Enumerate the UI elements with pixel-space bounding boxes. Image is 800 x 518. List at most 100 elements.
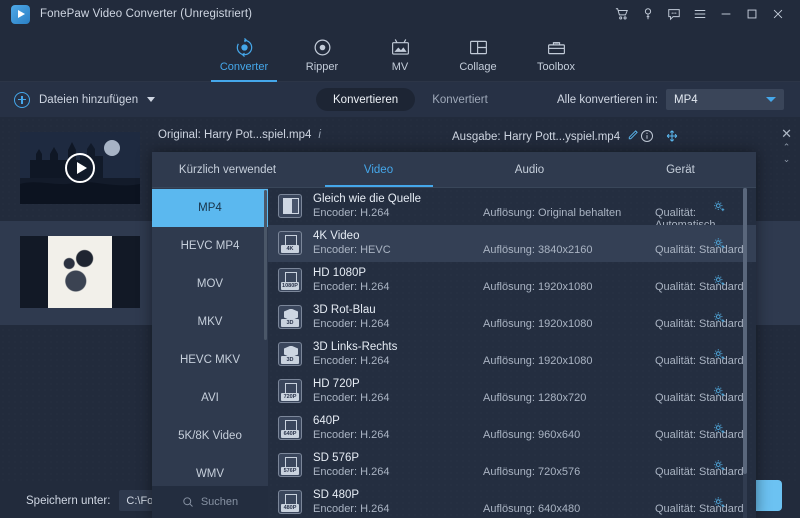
film-480p-icon: 480P [278, 490, 302, 514]
collage-icon [468, 36, 489, 58]
format-row[interactable]: 4K 4K Video Encoder: HEVC Auflösung: 3840x2… [268, 225, 756, 262]
sidebar-scrollbar[interactable] [264, 190, 267, 340]
format-sidebar: MP4 HEVC MP4 MOV MKV HEVC MKV AVI 5K/8K … [152, 188, 268, 518]
mv-icon [390, 36, 411, 58]
film-576p-icon: 576P [278, 453, 302, 477]
film-1080p-icon: 1080P [278, 268, 302, 292]
cube-3d-icon: 3D [278, 342, 302, 366]
chevron-up-icon[interactable]: ⌃ [783, 143, 791, 152]
film-4k-icon: 4K [278, 231, 302, 255]
pencil-icon[interactable] [627, 129, 639, 144]
gear-plus-icon[interactable] [712, 421, 726, 440]
nav-tab-collage[interactable]: Collage [439, 28, 517, 81]
sidebar-item-avi[interactable]: AVI [152, 379, 268, 417]
format-quality: Qualität: Standard [655, 244, 744, 256]
nav-label: Collage [459, 61, 497, 73]
gear-plus-icon[interactable] [712, 384, 726, 403]
format-row[interactable]: 480P SD 480P Encoder: H.264 Auflösung: 640x… [268, 484, 756, 518]
gear-plus-icon[interactable] [712, 347, 726, 366]
key-icon[interactable] [635, 1, 661, 27]
format-list-scrollbar-thumb[interactable] [743, 188, 747, 474]
gear-plus-icon[interactable] [712, 310, 726, 329]
search-icon [183, 497, 193, 507]
row-action-icons [640, 129, 679, 148]
convert-all-select[interactable]: MP4 [666, 89, 784, 110]
close-icon[interactable]: ✕ [781, 127, 792, 140]
format-quality: Qualität: Standard [655, 392, 744, 404]
convert-all-value: MP4 [674, 93, 698, 106]
format-row[interactable]: Gleich wie die Quelle Encoder: H.264 Auflö… [268, 188, 756, 231]
feedback-icon[interactable] [661, 1, 687, 27]
sidebar-item-5k-8k-video[interactable]: 5K/8K Video [152, 417, 268, 455]
format-name: 4K Video [313, 230, 360, 242]
format-name: 3D Rot-Blau [313, 304, 376, 316]
format-encoder: Encoder: H.264 [313, 207, 390, 219]
move-icon[interactable] [665, 129, 679, 148]
tab-audio[interactable]: Audio [454, 152, 605, 187]
film-720p-icon: 720P [278, 379, 302, 403]
nav-tab-ripper[interactable]: Ripper [283, 28, 361, 81]
minimize-icon[interactable] [713, 1, 739, 27]
cube-3d-icon: 3D [278, 305, 302, 329]
plus-circle-icon [14, 91, 30, 108]
film-640p-icon: 640P [278, 416, 302, 440]
nav-tab-converter[interactable]: Converter [205, 28, 283, 82]
format-encoder: Encoder: H.264 [313, 392, 390, 404]
tab-geraet[interactable]: Gerät [605, 152, 756, 187]
format-row[interactable]: 640P 640P Encoder: H.264 Auflösung: 960x640… [268, 410, 756, 447]
sidebar-item-mov[interactable]: MOV [152, 265, 268, 303]
format-encoder: Encoder: H.264 [313, 429, 390, 441]
format-category-tabs: Kürzlich verwendet Video Audio Gerät [152, 152, 756, 188]
nav-tab-mv[interactable]: MV [361, 28, 439, 81]
maximize-icon[interactable] [739, 1, 765, 27]
gear-plus-icon[interactable] [712, 273, 726, 292]
tab-kuerzlich-verwendet[interactable]: Kürzlich verwendet [152, 152, 303, 187]
format-row[interactable]: 576P SD 576P Encoder: H.264 Auflösung: 720x… [268, 447, 756, 484]
caret-down-icon[interactable] [147, 97, 156, 102]
format-quality: Qualität: Standard [655, 466, 744, 478]
search-placeholder: Suchen [200, 496, 239, 508]
source-format-icon [278, 194, 302, 218]
format-row[interactable]: 3D 3D Rot-Blau Encoder: H.264 Auflösung: 19… [268, 299, 756, 336]
info-circle-icon[interactable] [640, 129, 654, 148]
format-list: Gleich wie die Quelle Encoder: H.264 Auflö… [268, 188, 756, 518]
add-files-button[interactable]: Dateien hinzufügen [14, 91, 156, 108]
video-thumbnail[interactable] [20, 236, 140, 308]
tab-konvertieren[interactable]: Konvertieren [316, 88, 416, 111]
format-name: HD 1080P [313, 267, 367, 279]
gear-plus-icon[interactable] [712, 199, 726, 218]
gear-plus-icon[interactable] [712, 458, 726, 477]
format-name: Gleich wie die Quelle [313, 193, 422, 205]
nav-label: MV [391, 61, 409, 73]
format-search-box[interactable]: Suchen [152, 486, 268, 518]
format-encoder: Encoder: HEVC [313, 244, 391, 256]
gear-plus-icon[interactable] [712, 236, 726, 255]
format-resolution: Auflösung: 960x640 [483, 429, 581, 441]
format-name: HD 720P [313, 378, 360, 390]
nav-label: Ripper [305, 61, 339, 73]
app-logo-icon [11, 4, 30, 24]
sidebar-item-mp4[interactable]: MP4 [152, 189, 268, 227]
close-icon[interactable] [765, 1, 791, 27]
cart-icon[interactable] [609, 1, 635, 27]
sidebar-item-hevc-mp4[interactable]: HEVC MP4 [152, 227, 268, 265]
play-button[interactable] [65, 153, 95, 183]
format-row[interactable]: 1080P HD 1080P Encoder: H.264 Auflösung: 19… [268, 262, 756, 299]
format-quality: Qualität: Standard [655, 318, 744, 330]
sidebar-item-hevc-mkv[interactable]: HEVC MKV [152, 341, 268, 379]
chevron-down-icon[interactable]: ⌄ [783, 155, 791, 164]
tab-video[interactable]: Video [303, 152, 454, 187]
menu-icon[interactable] [687, 1, 713, 27]
output-filename: Ausgabe: Harry Pott...yspiel.mp4 [452, 130, 621, 143]
format-row[interactable]: 720P HD 720P Encoder: H.264 Auflösung: 1280… [268, 373, 756, 410]
format-row[interactable]: 3D 3D Links-Rechts Encoder: H.264 Auflösung… [268, 336, 756, 373]
info-italic-icon[interactable]: i [318, 129, 321, 141]
row-side-controls: ✕ ⌃ ⌄ [781, 127, 792, 164]
sidebar-item-mkv[interactable]: MKV [152, 303, 268, 341]
output-filename-group: Ausgabe: Harry Pott...yspiel.mp4 [452, 129, 639, 144]
video-thumbnail[interactable] [20, 132, 140, 204]
nav-tab-toolbox[interactable]: Toolbox [517, 28, 595, 81]
thumbnail-artwork [48, 236, 112, 308]
gear-plus-icon[interactable] [712, 495, 726, 514]
tab-konvertiert[interactable]: Konvertiert [415, 88, 505, 111]
